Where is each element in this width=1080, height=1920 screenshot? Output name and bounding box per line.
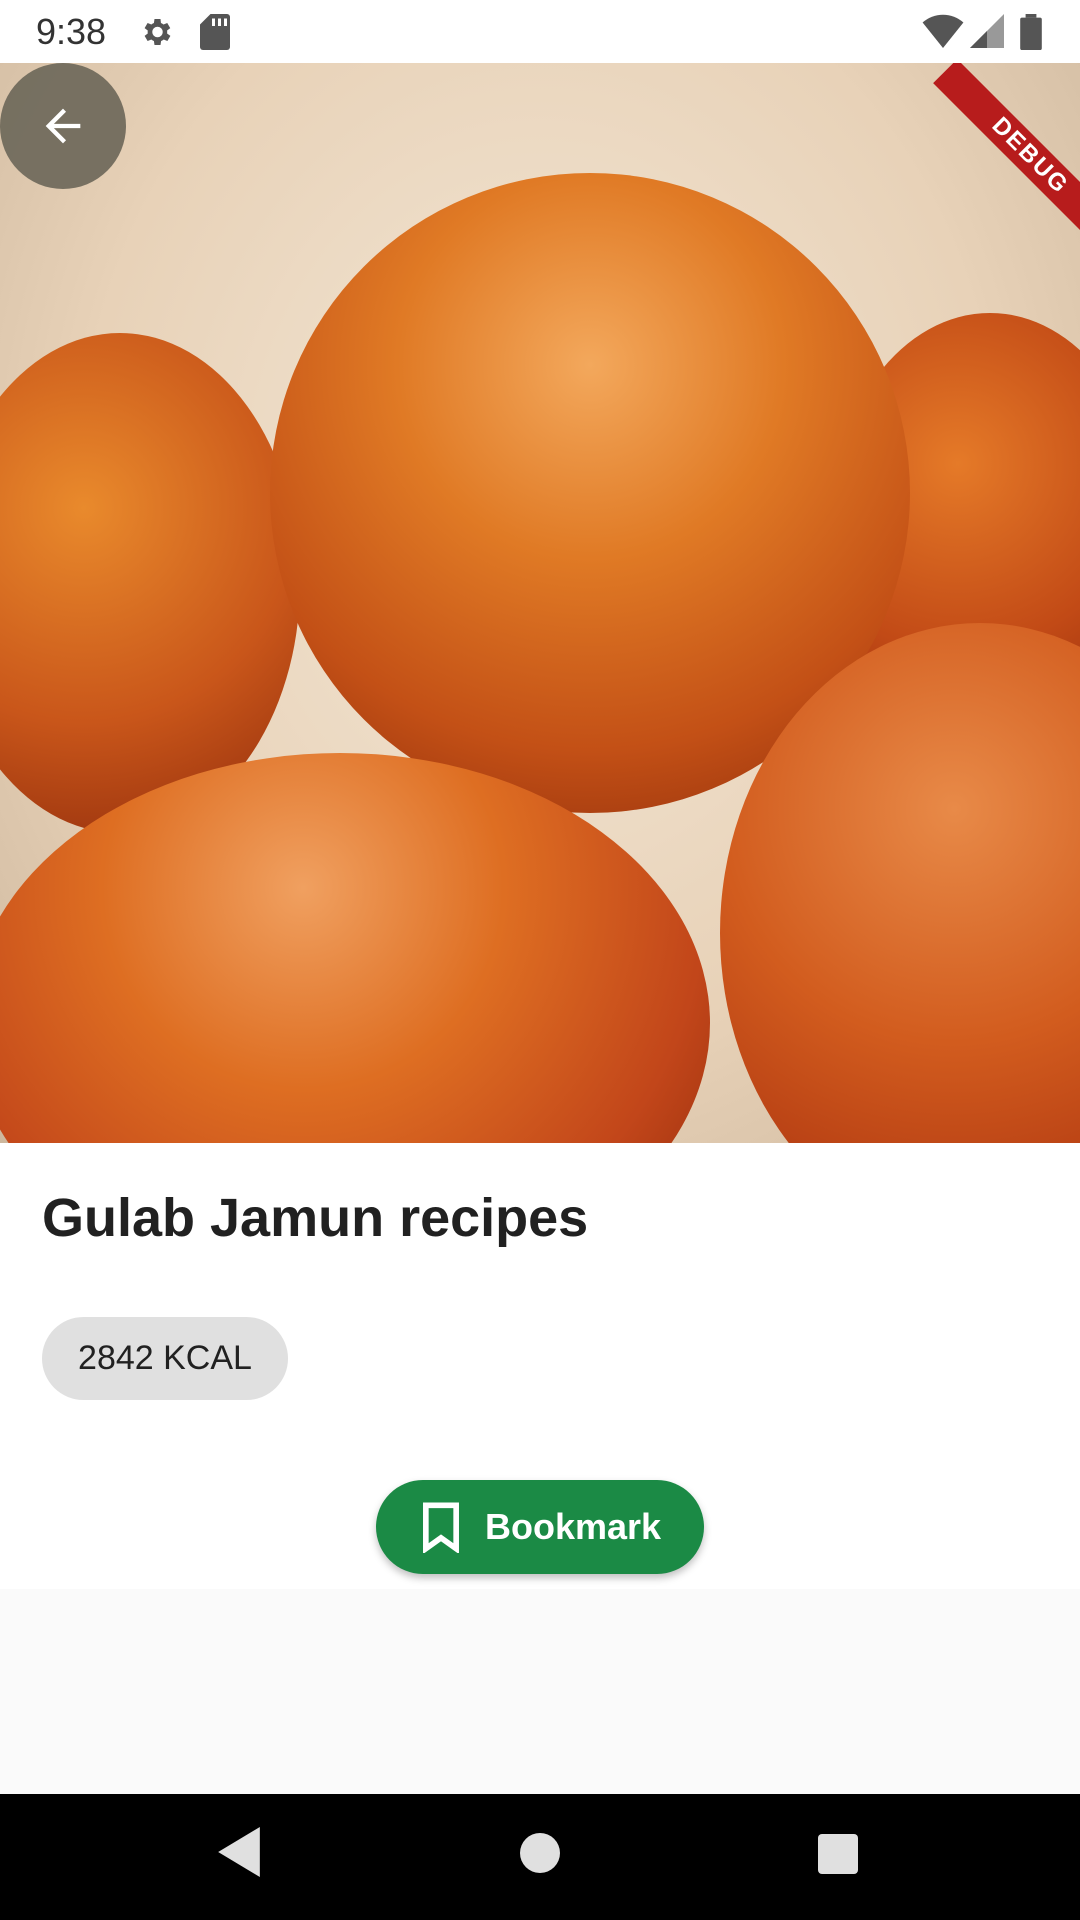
settings-icon (138, 14, 174, 55)
calories-label: 2842 KCAL (78, 1339, 252, 1377)
status-time: 9:38 (36, 11, 107, 52)
recipe-image: DEBUG (0, 63, 1080, 1143)
wifi-icon (922, 14, 964, 53)
bookmark-label: Bookmark (484, 1506, 662, 1547)
system-nav-bar (0, 1794, 1080, 1920)
back-button[interactable] (0, 63, 126, 189)
battery-icon (1020, 14, 1042, 55)
recipe-details: Gulab Jamun recipes 2842 KCAL Bookmark (0, 1143, 1080, 1589)
calories-chip: 2842 KCAL (42, 1317, 288, 1400)
bookmark-icon (422, 1502, 459, 1553)
bookmark-button[interactable]: Bookmark (376, 1480, 704, 1574)
nav-home-icon[interactable] (520, 1833, 560, 1878)
debug-banner: DEBUG (933, 63, 1080, 253)
recipe-title: Gulab Jamun recipes (42, 1188, 589, 1248)
nav-recents-icon[interactable] (818, 1834, 858, 1879)
sd-card-icon (200, 14, 230, 55)
status-bar: 9:38 (0, 0, 1080, 63)
signal-icon (970, 14, 1004, 53)
nav-back-icon[interactable] (218, 1827, 260, 1882)
sweet-ball (0, 333, 300, 833)
arrow-back-icon (45, 108, 81, 144)
